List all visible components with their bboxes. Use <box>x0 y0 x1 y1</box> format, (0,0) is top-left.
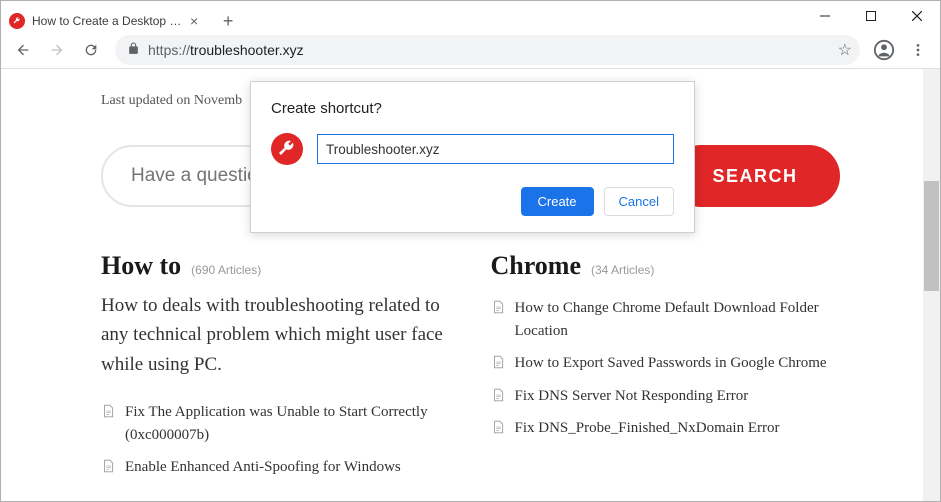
shortcut-name-input[interactable] <box>317 134 674 164</box>
close-window-button[interactable] <box>894 1 940 31</box>
create-shortcut-dialog: Create shortcut? Create Cancel <box>250 81 695 233</box>
minimize-button[interactable] <box>802 1 848 31</box>
section-count: (34 Articles) <box>591 263 654 277</box>
maximize-button[interactable] <box>848 1 894 31</box>
list-item[interactable]: How to Change Chrome Default Download Fo… <box>491 297 841 342</box>
dialog-title: Create shortcut? <box>271 100 674 117</box>
close-tab-icon[interactable]: × <box>190 13 198 29</box>
section-description: How to deals with troubleshooting relate… <box>101 291 451 379</box>
menu-button[interactable] <box>902 34 934 66</box>
titlebar: How to Create a Desktop Shortcu × + <box>1 1 940 31</box>
lock-icon <box>127 42 140 58</box>
url-text: https://troubleshooter.xyz <box>148 42 304 58</box>
cancel-button[interactable]: Cancel <box>604 187 674 216</box>
wrench-icon <box>271 133 303 165</box>
create-button[interactable]: Create <box>521 187 594 216</box>
wrench-icon <box>9 13 25 29</box>
list-item[interactable]: Enable Enhanced Anti-Spoofing for Window… <box>101 456 451 479</box>
document-icon <box>491 354 505 368</box>
tab-title: How to Create a Desktop Shortcu <box>32 14 182 28</box>
search-button[interactable]: SEARCH <box>670 145 840 207</box>
section-title[interactable]: How to <box>101 251 181 281</box>
document-icon <box>491 419 505 433</box>
list-item[interactable]: How to Export Saved Passwords in Google … <box>491 352 841 375</box>
scrollbar-thumb[interactable] <box>924 181 939 291</box>
document-icon <box>101 403 115 417</box>
reload-button[interactable] <box>75 34 107 66</box>
list-item[interactable]: Fix The Application was Unable to Start … <box>101 401 451 446</box>
list-item[interactable]: Fix DNS Server Not Responding Error <box>491 385 841 408</box>
back-button[interactable] <box>7 34 39 66</box>
document-icon <box>101 458 115 472</box>
browser-tab[interactable]: How to Create a Desktop Shortcu × <box>1 6 208 36</box>
toolbar: https://troubleshooter.xyz ☆ <box>1 31 940 69</box>
section-title[interactable]: Chrome <box>491 251 582 281</box>
profile-button[interactable] <box>868 34 900 66</box>
forward-button[interactable] <box>41 34 73 66</box>
list-item[interactable]: Fix DNS_Probe_Finished_NxDomain Error <box>491 417 841 440</box>
section-count: (690 Articles) <box>191 263 261 277</box>
scrollbar-track[interactable] <box>923 69 940 501</box>
address-bar[interactable]: https://troubleshooter.xyz ☆ <box>115 35 860 65</box>
howto-section: How to (690 Articles) How to deals with … <box>101 251 451 489</box>
chrome-section: Chrome (34 Articles) How to Change Chrom… <box>491 251 841 489</box>
new-tab-button[interactable]: + <box>214 7 242 35</box>
bookmark-star-icon[interactable]: ☆ <box>838 40 852 60</box>
document-icon <box>491 387 505 401</box>
document-icon <box>491 299 505 313</box>
